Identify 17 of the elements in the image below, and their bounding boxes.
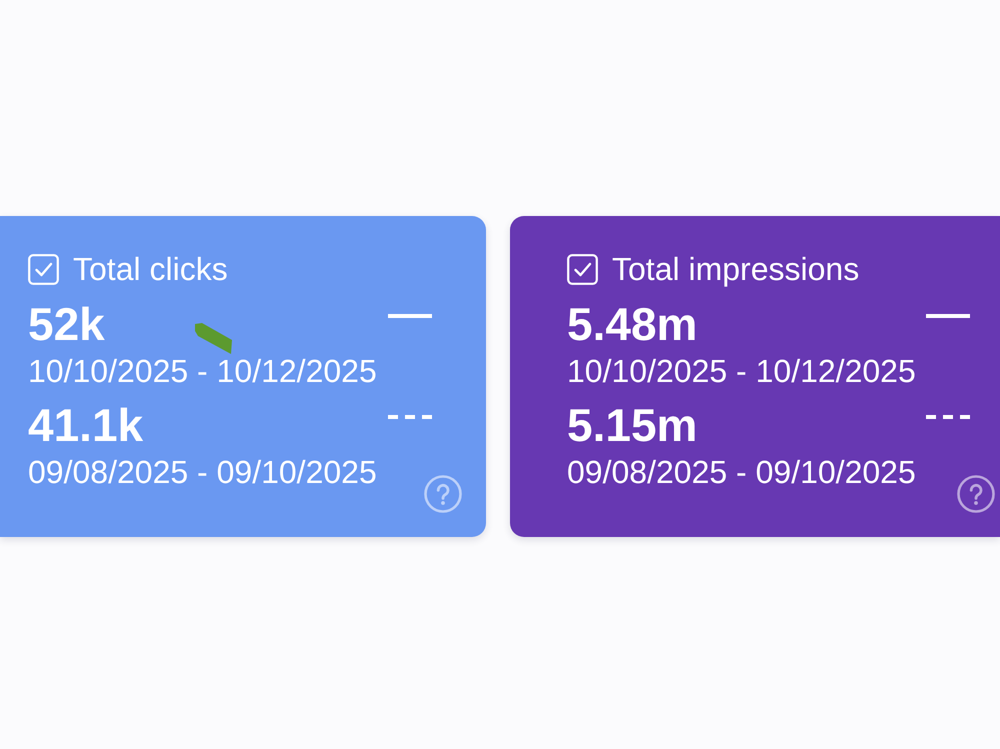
- dashed-line-icon: [388, 415, 432, 419]
- date-range: 09/08/2025 - 09/10/2025: [28, 455, 377, 489]
- help-icon[interactable]: [424, 475, 462, 513]
- metric-value: 41.1k: [28, 401, 144, 449]
- stroke-mark-icon: [195, 323, 232, 354]
- dashed-line-icon: [926, 415, 970, 419]
- metric-value: 52k: [28, 300, 105, 348]
- date-range: 10/10/2025 - 10/12/2025: [28, 354, 377, 388]
- help-icon[interactable]: [957, 475, 995, 513]
- card-title: Total impressions: [612, 251, 860, 287]
- metric-value: 5.15m: [567, 401, 698, 449]
- card-title: Total clicks: [73, 251, 228, 287]
- date-range: 10/10/2025 - 10/12/2025: [567, 354, 916, 388]
- checkbox[interactable]: [28, 254, 59, 284]
- metric-value: 5.48m: [567, 300, 698, 348]
- date-range: 09/08/2025 - 09/10/2025: [567, 455, 916, 489]
- checkbox[interactable]: [567, 254, 598, 284]
